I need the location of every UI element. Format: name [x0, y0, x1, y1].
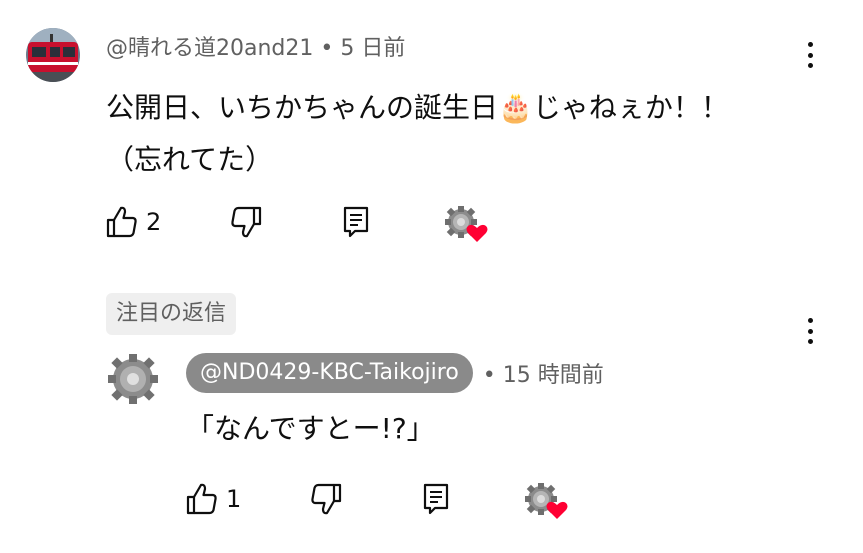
- thumb-up-icon: [186, 483, 217, 515]
- comment-text-line-2: （忘れてた）: [106, 143, 274, 176]
- more-vert-icon[interactable]: [800, 314, 820, 348]
- reply-button[interactable]: [422, 482, 450, 516]
- comment-meta: @晴れる道20and21 • 5 日前: [106, 30, 405, 62]
- reply-meta: @ND0429-KBC-Taikojiro • 15 時間前: [186, 353, 604, 393]
- thumb-up-icon: [106, 206, 137, 238]
- comment-actions: 2: [106, 205, 506, 245]
- like-button[interactable]: 2: [106, 205, 161, 239]
- reply-button[interactable]: [342, 205, 370, 239]
- creator-heart-badge: [524, 482, 568, 522]
- comment-text: 公開日、いちかちゃんの誕生日🎂じゃねぇか！！ （忘れてた）: [106, 82, 806, 186]
- reply-author-handle[interactable]: @ND0429-KBC-Taikojiro: [186, 353, 473, 393]
- highlighted-reply-label: 注目の返信: [106, 293, 237, 335]
- reply-time[interactable]: 15 時間前: [503, 363, 604, 388]
- dislike-button[interactable]: [230, 205, 262, 239]
- reply-avatar[interactable]: [106, 352, 160, 406]
- like-count: 1: [226, 485, 242, 513]
- comment-icon: [343, 206, 369, 238]
- thumb-down-icon: [231, 206, 262, 238]
- comment-text-line-1: 公開日、いちかちゃんの誕生日🎂じゃねぇか！！: [106, 91, 729, 124]
- gear-icon: [108, 354, 158, 404]
- commenter-avatar[interactable]: [26, 28, 80, 82]
- more-vert-icon[interactable]: [800, 38, 820, 72]
- comment-time[interactable]: 5 日前: [340, 36, 405, 61]
- comment-icon: [423, 483, 449, 515]
- creator-heart-badge: [444, 205, 488, 245]
- reply-text: 「なんですとー!?」: [186, 412, 435, 445]
- dislike-button[interactable]: [310, 482, 342, 516]
- heart-icon: [466, 224, 488, 242]
- meta-separator: •: [482, 363, 496, 388]
- thumb-down-icon: [311, 483, 342, 515]
- heart-icon: [546, 501, 568, 519]
- like-button[interactable]: 1: [186, 482, 241, 516]
- comment-author[interactable]: @晴れる道20and21: [106, 36, 313, 61]
- meta-separator: •: [320, 36, 334, 61]
- reply-actions: 1: [186, 482, 586, 522]
- like-count: 2: [146, 208, 162, 236]
